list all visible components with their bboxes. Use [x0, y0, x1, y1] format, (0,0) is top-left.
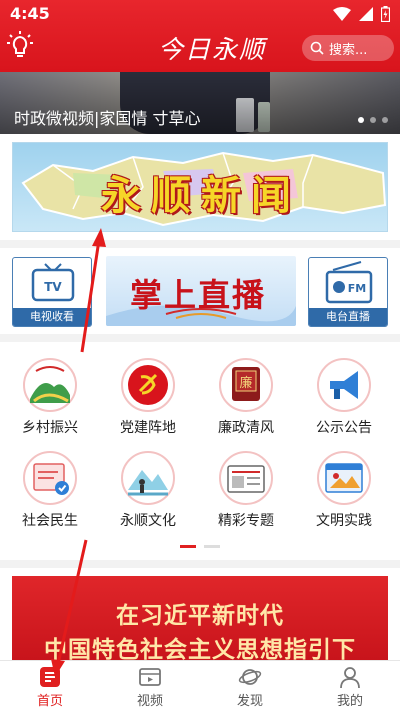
carousel-dot [358, 117, 364, 123]
wifi-icon [333, 7, 351, 21]
tv-watch-button[interactable]: TV 电视收看 [12, 257, 92, 327]
lightbulb-icon[interactable] [6, 30, 34, 60]
grid-item-integrity[interactable]: 廉 廉政清风 [201, 358, 291, 438]
search-input[interactable]: 搜索... [302, 35, 394, 61]
carousel-dot [382, 117, 388, 123]
nav-mine[interactable]: 我的 [300, 661, 400, 711]
grid-label: 社会民生 [22, 513, 78, 529]
status-time: 4:45 [10, 4, 50, 23]
grid-label: 精彩专题 [218, 513, 274, 529]
grid-label: 永顺文化 [120, 513, 176, 529]
section-divider [0, 240, 400, 248]
signal-icon [359, 7, 373, 21]
search-icon [310, 41, 324, 55]
grid-label: 乡村振兴 [22, 420, 78, 436]
tv-icon-text: TV [44, 280, 62, 294]
party-emblem-icon [121, 358, 175, 412]
pager-indicator [204, 545, 220, 548]
grid-pager [180, 545, 220, 548]
grid-item-rural-revitalization[interactable]: 乡村振兴 [5, 358, 95, 438]
search-placeholder: 搜索... [329, 42, 368, 58]
news-caption: 时政微视频|家国情 寸草心 [14, 109, 201, 128]
section-divider [0, 334, 400, 342]
grid-label: 廉政清风 [218, 420, 274, 436]
topic-icon [219, 451, 273, 505]
radio-live-button[interactable]: FM 电台直播 [308, 257, 388, 327]
grid-item-featured-topics[interactable]: 精彩专题 [201, 451, 291, 531]
nav-label: 发现 [236, 694, 263, 709]
tv-watch-label: 电视收看 [13, 308, 91, 326]
video-icon [139, 668, 161, 686]
status-icons [333, 6, 390, 22]
home-icon [40, 667, 60, 687]
radio-icon: FM [325, 261, 373, 304]
grid-label: 文明实践 [316, 513, 372, 529]
mobile-live-banner[interactable]: 掌上直播 [106, 256, 296, 326]
promo-line-2: 中国特色社会主义思想指引下 [44, 637, 356, 660]
news-carousel[interactable]: 时政微视频|家国情 寸草心 [0, 72, 400, 134]
bottom-nav: 首页 视频 发现 我的 [0, 660, 400, 711]
user-icon [340, 667, 360, 689]
radio-icon-text: FM [348, 282, 366, 295]
live-banner-text: 掌上直播 [130, 276, 267, 314]
integrity-icon: 廉 [219, 358, 273, 412]
livelihood-icon [23, 451, 77, 505]
carousel-dot [370, 117, 376, 123]
grid-label: 公示公告 [316, 420, 372, 436]
planet-icon [238, 669, 262, 685]
nav-home[interactable]: 首页 [0, 661, 100, 711]
grid-item-livelihood[interactable]: 社会民生 [5, 451, 95, 531]
app-header: 4:45 今日永顺 搜索... [0, 0, 400, 72]
grid-item-party-building[interactable]: 党建阵地 [103, 358, 193, 438]
civilization-icon [317, 451, 371, 505]
battery-icon [381, 6, 390, 22]
promo-banner[interactable]: 在习近平新时代 中国特色社会主义思想指引下 [12, 576, 388, 660]
app-logo: 今日永顺 [158, 35, 267, 64]
section-divider [0, 560, 400, 568]
nav-label: 首页 [36, 694, 63, 709]
pager-indicator [180, 545, 196, 548]
tv-icon: TV [31, 263, 75, 302]
promo-line-1: 在习近平新时代 [116, 603, 284, 629]
banner-title: 永顺新闻 [101, 173, 301, 219]
nav-video[interactable]: 视频 [100, 661, 200, 711]
status-bar: 4:45 [0, 0, 400, 28]
grid-item-culture[interactable]: 永顺文化 [103, 451, 193, 531]
megaphone-icon [317, 358, 371, 412]
village-icon [23, 358, 77, 412]
yongshun-news-banner[interactable]: 永顺新闻 [12, 142, 388, 232]
app-screen: 4:45 今日永顺 搜索... 时政微视频|家国情 寸草心 永顺新闻 TV 电视… [0, 0, 400, 711]
nav-discover[interactable]: 发现 [200, 661, 300, 711]
integrity-icon-text: 廉 [239, 375, 252, 391]
grid-label: 党建阵地 [120, 420, 176, 436]
carousel-dots [358, 117, 388, 123]
radio-live-label: 电台直播 [309, 308, 387, 326]
nav-label: 我的 [336, 694, 363, 709]
culture-icon [121, 451, 175, 505]
grid-item-civilization-practice[interactable]: 文明实践 [299, 451, 389, 531]
nav-label: 视频 [136, 694, 163, 709]
grid-item-announcements[interactable]: 公示公告 [299, 358, 389, 438]
